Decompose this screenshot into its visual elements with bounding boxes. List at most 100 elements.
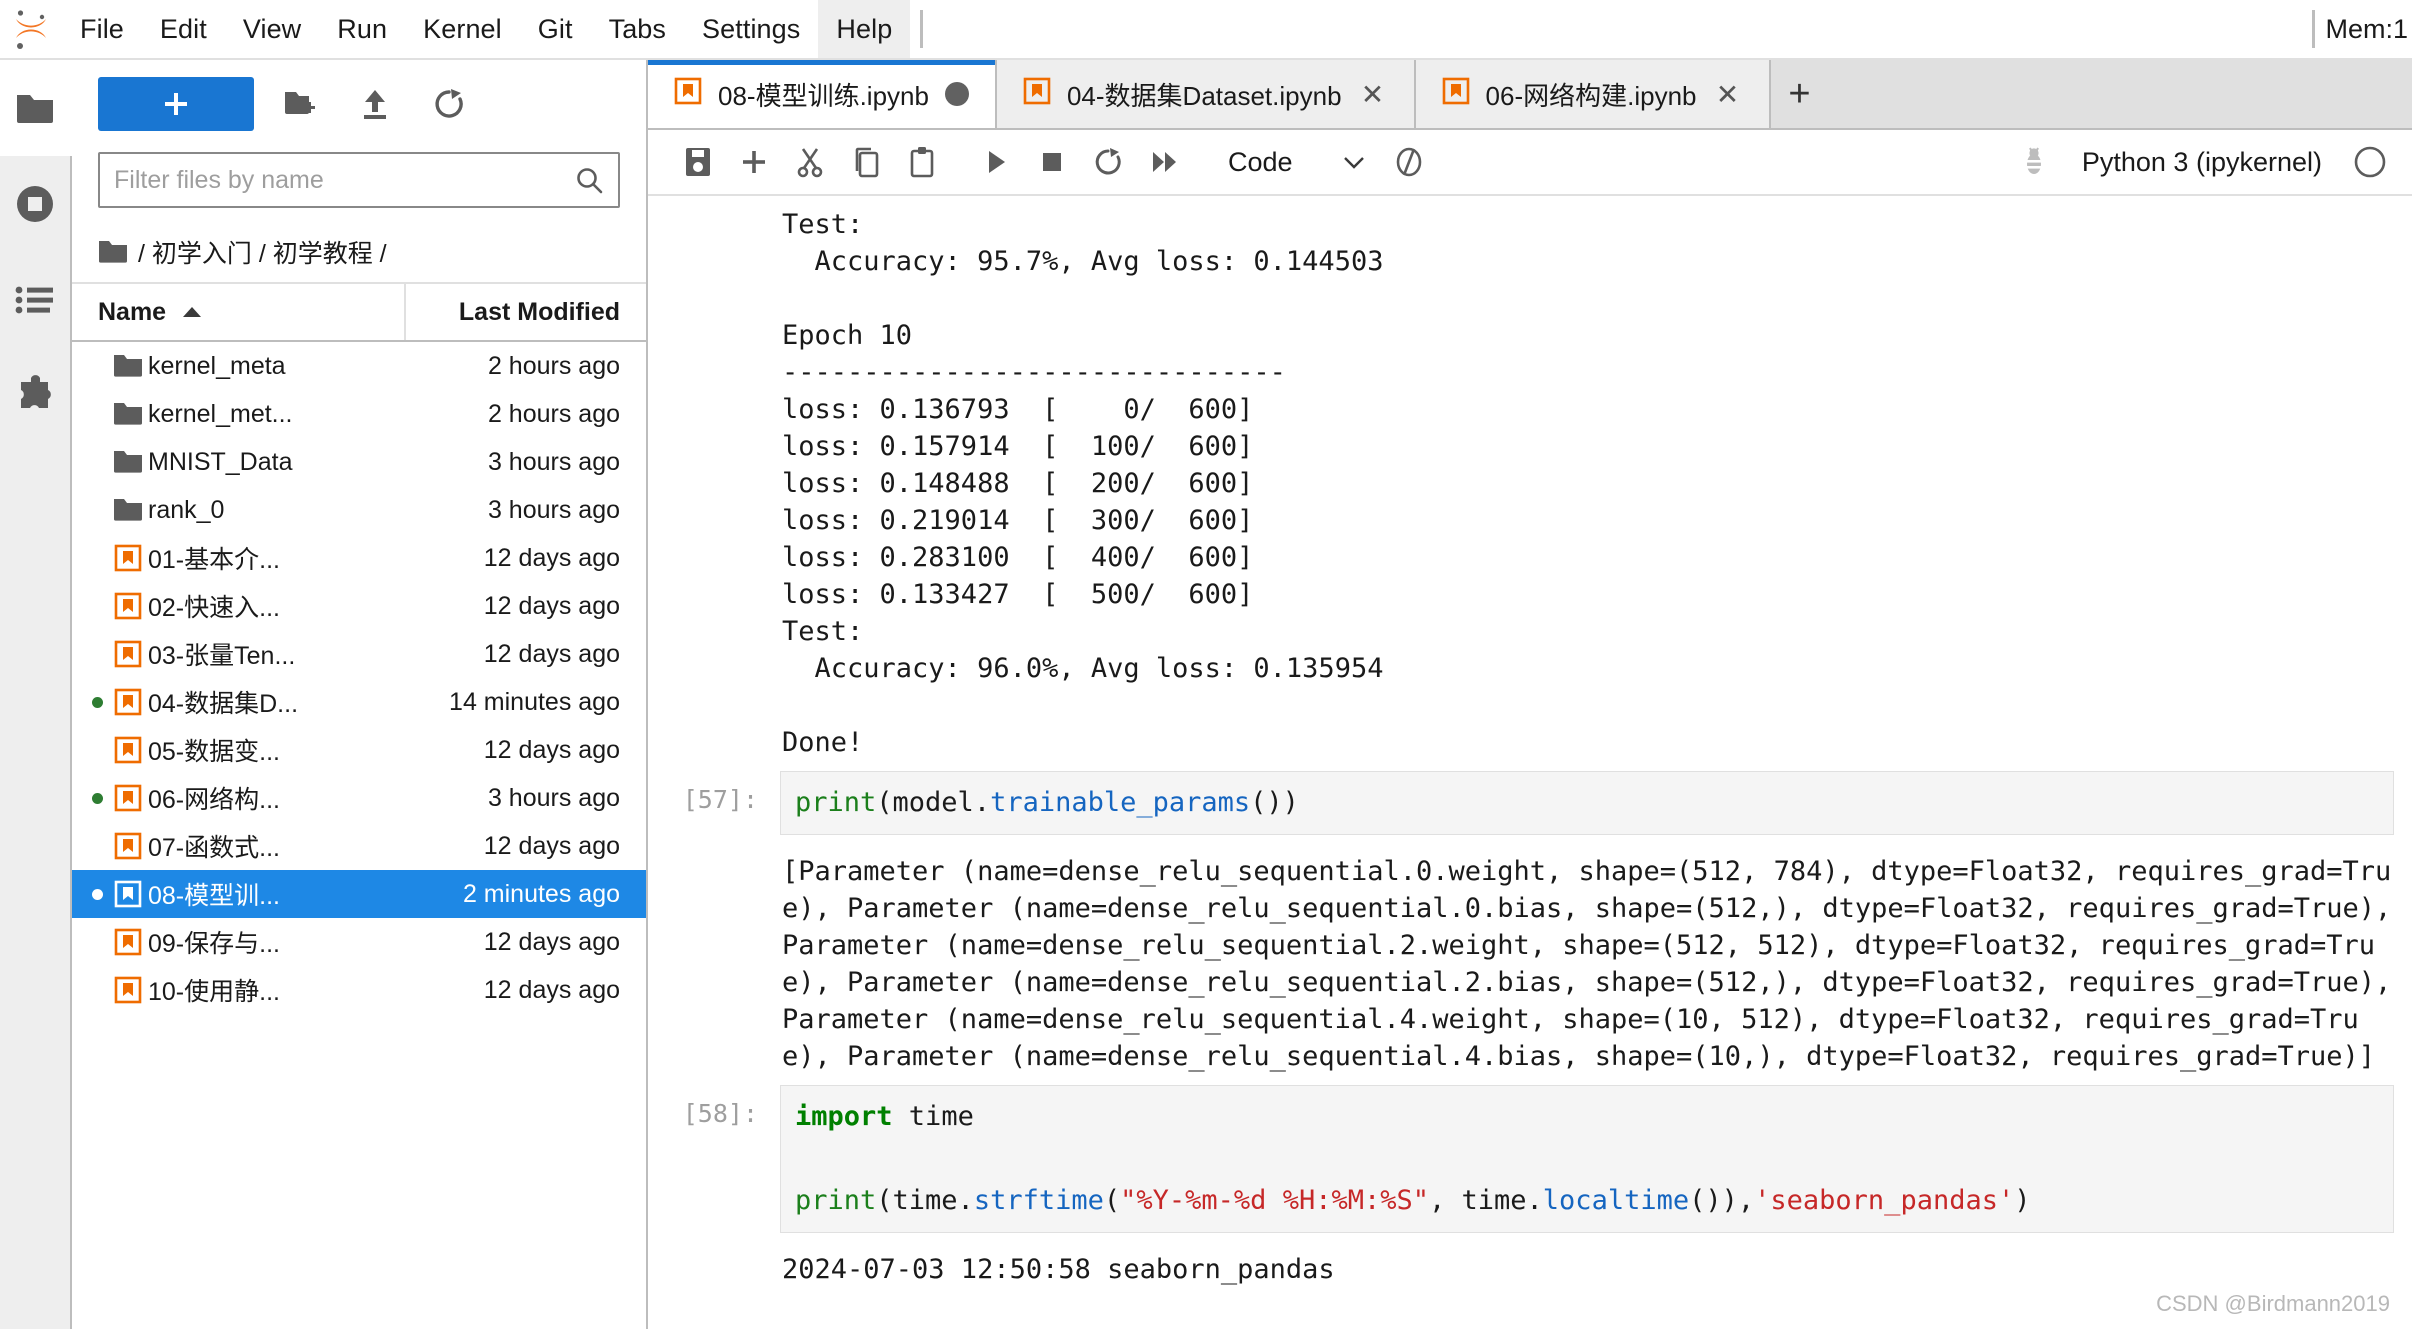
restart-kernel-button[interactable]: [1082, 136, 1134, 188]
memory-usage-label: Mem:1: [2325, 13, 2408, 44]
search-icon: [577, 168, 603, 194]
file-list-item[interactable]: 08-模型训... 2 minutes ago: [72, 870, 646, 918]
menu-git[interactable]: Git: [520, 0, 591, 58]
file-list-item[interactable]: kernel_meta 2 hours ago: [72, 342, 646, 390]
menu-view[interactable]: View: [225, 0, 319, 58]
cut-cells-button[interactable]: [784, 136, 836, 188]
new-folder-icon: [285, 92, 315, 114]
file-name: 08-模型训...: [148, 882, 280, 910]
cell-type-dropdown[interactable]: Code: [1212, 137, 1379, 187]
sidebar-item-file-browser[interactable]: [0, 60, 72, 156]
folder-icon: [108, 401, 148, 427]
menu-divider: [920, 10, 924, 48]
menu-help[interactable]: Help: [818, 0, 911, 58]
code-token: ()): [1250, 787, 1299, 818]
notebook-icon: [108, 544, 148, 572]
file-list-item[interactable]: 03-张量Ten... 12 days ago: [72, 630, 646, 678]
notebook-icon: [674, 77, 702, 112]
file-list-item[interactable]: 01-基本介... 12 days ago: [72, 534, 646, 582]
breadcrumb[interactable]: / 初学入门 / 初学教程 /: [72, 222, 646, 284]
new-folder-button[interactable]: [274, 77, 328, 131]
notebook-cell[interactable]: [58]: import time print(time.strftime("%…: [648, 1085, 2412, 1298]
unsaved-indicator-icon[interactable]: [944, 82, 969, 106]
sidebar-item-extension-manager[interactable]: [0, 348, 71, 444]
file-list-item[interactable]: MNIST_Data 3 hours ago: [72, 438, 646, 486]
copy-icon: [855, 147, 879, 178]
running-indicator: [86, 696, 108, 708]
file-list-item[interactable]: 10-使用静... 12 days ago: [72, 966, 646, 1014]
file-list-item[interactable]: rank_0 3 hours ago: [72, 486, 646, 534]
notebook-icon: [108, 784, 148, 812]
notebook-icon: [108, 736, 148, 764]
copy-cells-button[interactable]: [840, 136, 892, 188]
file-list-item[interactable]: kernel_met... 2 hours ago: [72, 390, 646, 438]
file-list-item[interactable]: 09-保存与... 12 days ago: [72, 918, 646, 966]
file-list-item[interactable]: 05-数据变... 12 days ago: [72, 726, 646, 774]
notebook-icon: [108, 592, 148, 620]
file-last-modified: 2 hours ago: [487, 399, 620, 428]
close-icon[interactable]: ✕: [1713, 78, 1743, 111]
sidebar-item-table-of-contents[interactable]: [0, 252, 71, 348]
cell-output-text: Test: Accuracy: 95.7%, Avg loss: 0.14450…: [782, 209, 1384, 758]
interrupt-kernel-button[interactable]: [1026, 136, 1078, 188]
refresh-file-list-button[interactable]: [422, 77, 476, 131]
menu-file[interactable]: File: [62, 0, 142, 58]
upload-files-button[interactable]: [348, 77, 402, 131]
menu-kernel[interactable]: Kernel: [405, 0, 520, 58]
notebook-toolbar: Code Python 3 (ipykernel): [648, 130, 2412, 196]
menu-tabs[interactable]: Tabs: [591, 0, 684, 58]
running-indicator: [86, 888, 108, 900]
file-name: kernel_meta: [148, 351, 286, 380]
menu-settings[interactable]: Settings: [684, 0, 818, 58]
new-tab-button[interactable]: +: [1770, 60, 1829, 128]
file-last-modified: 3 hours ago: [487, 783, 620, 812]
paste-icon: [910, 147, 934, 178]
file-name: MNIST_Data: [148, 447, 293, 476]
menu-edit[interactable]: Edit: [142, 0, 225, 58]
paste-cells-button[interactable]: [896, 136, 948, 188]
mindspore-button[interactable]: [1383, 136, 1435, 188]
save-button[interactable]: [672, 136, 724, 188]
tab-label: 04-数据集Dataset.ipynb: [1066, 80, 1342, 111]
file-last-modified: 12 days ago: [483, 927, 620, 956]
file-last-modified: 12 days ago: [483, 831, 620, 860]
notebook-cell[interactable]: [57]: print(model.trainable_params()) [P…: [648, 771, 2412, 1085]
new-launcher-button[interactable]: [98, 77, 254, 131]
folder-icon: [108, 353, 148, 379]
kernel-name-label[interactable]: Python 3 (ipykernel): [2082, 147, 2322, 178]
file-name: 09-保存与...: [148, 930, 280, 958]
sidebar-item-running-sessions[interactable]: [0, 156, 71, 252]
column-header-name[interactable]: Name: [72, 284, 406, 340]
notebook-panel[interactable]: Test: Accuracy: 95.7%, Avg loss: 0.14450…: [648, 196, 2412, 1329]
file-name: 02-快速入...: [148, 594, 280, 622]
file-name: 05-数据变...: [148, 738, 280, 766]
debugger-toggle-button[interactable]: [2008, 136, 2060, 188]
file-name: 07-函数式...: [148, 834, 280, 862]
code-editor[interactable]: import time print(time.strftime("%Y-%m-%…: [780, 1085, 2394, 1233]
menu-run[interactable]: Run: [319, 0, 405, 58]
notebook-scroll-area: Test: Accuracy: 95.7%, Avg loss: 0.14450…: [648, 196, 2412, 1298]
code-token: (model.: [876, 787, 991, 818]
code-token: 'seaborn_pandas': [1754, 1185, 2015, 1216]
close-icon[interactable]: ✕: [1358, 78, 1388, 111]
run-cell-button[interactable]: [970, 136, 1022, 188]
run-icon: [989, 151, 1005, 173]
restart-and-run-all-button[interactable]: [1138, 136, 1190, 188]
file-list-item[interactable]: 02-快速入... 12 days ago: [72, 582, 646, 630]
notebook-tab[interactable]: 06-网络构建.ipynb ✕: [1415, 60, 1771, 128]
insert-cell-button[interactable]: [728, 136, 780, 188]
notebook-tab[interactable]: 04-数据集Dataset.ipynb ✕: [996, 60, 1416, 128]
file-list-item[interactable]: 04-数据集D... 14 minutes ago: [72, 678, 646, 726]
file-filter-box[interactable]: [98, 152, 620, 208]
column-header-last-modified[interactable]: Last Modified: [406, 284, 646, 340]
code-editor[interactable]: print(model.trainable_params()): [780, 771, 2394, 835]
restart-run-all-icon: [1153, 152, 1176, 172]
code-token: import: [795, 1101, 893, 1132]
file-list-item[interactable]: 07-函数式... 12 days ago: [72, 822, 646, 870]
notebook-tab[interactable]: 08-模型训练.ipynb: [648, 60, 997, 128]
file-filter-wrap: [72, 148, 646, 222]
file-name: 03-张量Ten...: [148, 642, 296, 670]
file-list-item[interactable]: 06-网络构... 3 hours ago: [72, 774, 646, 822]
search-input[interactable]: [114, 165, 574, 195]
file-name: 04-数据集D...: [148, 690, 299, 718]
